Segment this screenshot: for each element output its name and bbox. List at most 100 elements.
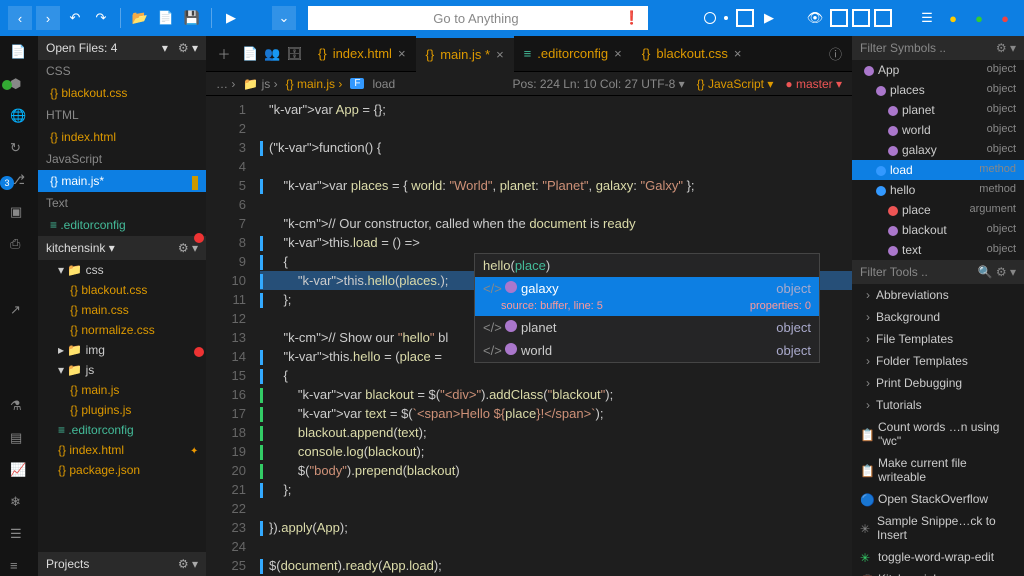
bc-folder[interactable]: 📁 js › xyxy=(243,77,277,91)
tree-file[interactable]: {} index.html xyxy=(38,440,206,460)
symbol-item[interactable]: loadmethod xyxy=(852,160,1024,180)
gear-icon[interactable]: ⚙ ▾ xyxy=(178,241,198,255)
tree-file[interactable]: {} plugins.js xyxy=(38,400,206,420)
branches-icon[interactable]: ⎇ xyxy=(10,172,28,190)
close-tab-icon[interactable]: × xyxy=(614,46,622,61)
redo-icon[interactable]: ↷ xyxy=(90,7,112,29)
list-icon[interactable]: ☰ xyxy=(10,526,28,544)
gear-icon[interactable]: ⚙ xyxy=(178,41,189,55)
tool-command[interactable]: ✳toggle-word-wrap-edit xyxy=(852,546,1024,568)
db-icon[interactable]: 🗄 xyxy=(286,46,308,62)
snow-icon[interactable]: ❄ xyxy=(10,494,28,512)
nav-back-button[interactable]: ‹ xyxy=(8,6,32,30)
symbols-filter[interactable]: Filter Symbols .. ⚙ ▾ xyxy=(852,36,1024,60)
maximize-icon[interactable]: ● xyxy=(968,7,990,29)
file-icon[interactable]: 📄 xyxy=(10,44,28,62)
chart-icon[interactable]: 📈 xyxy=(10,462,28,480)
tab-index-html[interactable]: {} index.html × xyxy=(308,36,416,72)
record-icon[interactable] xyxy=(704,12,716,24)
tab-main-js-[interactable]: {} main.js * × xyxy=(416,36,514,72)
info-icon[interactable]: ⓘ xyxy=(829,44,852,63)
gear-icon[interactable]: ⚙ ▾ xyxy=(178,557,198,571)
tool-category[interactable]: Folder Templates xyxy=(852,350,1024,372)
close-tab-icon[interactable]: × xyxy=(398,46,406,61)
new-tab-button[interactable]: ＋ xyxy=(214,44,234,63)
open-file-item[interactable]: {} index.html xyxy=(38,126,206,148)
tool-command[interactable]: 📋Count words …n using "wc" xyxy=(852,416,1024,452)
globe-icon[interactable]: 🌐 xyxy=(10,108,28,126)
dot-icon[interactable] xyxy=(724,16,728,20)
project-header[interactable]: kitchensink ▾ ⚙ ▾ xyxy=(38,236,206,260)
doc-icon[interactable]: 📄 xyxy=(242,46,264,62)
open-file-item[interactable]: {} blackout.css xyxy=(38,82,206,104)
flask-icon[interactable]: ⚗ xyxy=(10,398,28,416)
nav-fwd-button[interactable]: › xyxy=(36,6,60,30)
tree-file[interactable]: {} main.css xyxy=(38,300,206,320)
symbol-item[interactable]: placeargument xyxy=(852,200,1024,220)
play-icon[interactable]: ▶ xyxy=(220,7,242,29)
new-icon[interactable]: 📄 xyxy=(155,7,177,29)
users-icon[interactable]: 👥 xyxy=(264,46,286,62)
tool-category[interactable]: Abbreviations xyxy=(852,284,1024,306)
stop-icon[interactable] xyxy=(736,9,754,27)
tree-file[interactable]: {} main.js xyxy=(38,380,206,400)
layout2-icon[interactable] xyxy=(852,9,870,27)
tool-category[interactable]: Tutorials xyxy=(852,394,1024,416)
tree-file[interactable]: {} normalize.css xyxy=(38,320,206,340)
close-tab-icon[interactable]: × xyxy=(734,46,742,61)
debug-icon[interactable]: ▣ xyxy=(10,204,28,222)
bc-root[interactable]: … › xyxy=(216,77,235,91)
language-selector[interactable]: {} JavaScript ▾ xyxy=(697,77,774,91)
tool-command[interactable]: 📋Make current file writeable xyxy=(852,452,1024,488)
branch-selector[interactable]: ● master ▾ xyxy=(785,77,842,91)
refresh-icon[interactable]: ↻ xyxy=(10,140,28,158)
tree-folder[interactable]: ▾ 📁 js xyxy=(38,360,206,380)
symbol-item[interactable]: textobject xyxy=(852,240,1024,260)
play2-icon[interactable]: ▶ xyxy=(758,7,780,29)
tree-file[interactable]: {} blackout.css xyxy=(38,280,206,300)
projects-header[interactable]: Projects ⚙ ▾ xyxy=(38,552,206,576)
symbol-item[interactable]: planetobject xyxy=(852,100,1024,120)
tool-command[interactable]: 🧰Kitchensink xyxy=(852,568,1024,576)
terminal-icon[interactable]: ⎙ xyxy=(10,236,28,254)
close-tab-icon[interactable]: × xyxy=(496,47,504,62)
symbol-item[interactable]: placesobject xyxy=(852,80,1024,100)
layout3-icon[interactable] xyxy=(874,9,892,27)
tool-command[interactable]: ✳Sample Snippe…ck to Insert xyxy=(852,510,1024,546)
go-to-anything[interactable]: Go to Anything ❗ xyxy=(308,6,648,30)
autocomplete-item[interactable]: </> galaxyobject xyxy=(475,277,819,300)
bc-file[interactable]: {} main.js › xyxy=(286,77,343,91)
tool-command[interactable]: 🔵Open StackOverflow xyxy=(852,488,1024,510)
dropdown-icon[interactable]: ⌄ xyxy=(272,6,296,30)
minimize-icon[interactable]: ● xyxy=(942,7,964,29)
console-icon[interactable]: ▤ xyxy=(10,430,28,448)
symbol-item[interactable]: hellomethod xyxy=(852,180,1024,200)
open-file-item[interactable]: {} main.js* xyxy=(38,170,206,192)
bc-symbol[interactable]: load xyxy=(372,77,395,91)
tree-file[interactable]: ≡ .editorconfig xyxy=(38,420,206,440)
open-icon[interactable]: 📂 xyxy=(129,7,151,29)
tab-blackout-css[interactable]: {} blackout.css × xyxy=(632,36,752,72)
tool-category[interactable]: File Templates xyxy=(852,328,1024,350)
tool-category[interactable]: Print Debugging xyxy=(852,372,1024,394)
autocomplete-item[interactable]: </> worldobject xyxy=(475,339,819,362)
tool-category[interactable]: Background xyxy=(852,306,1024,328)
book-icon[interactable]: ≡ xyxy=(10,558,28,576)
symbol-item[interactable]: worldobject xyxy=(852,120,1024,140)
tab--editorconfig[interactable]: ≡ .editorconfig × xyxy=(514,36,632,72)
undo-icon[interactable]: ↶ xyxy=(64,7,86,29)
open-file-item[interactable]: ≡ .editorconfig xyxy=(38,214,206,236)
autocomplete-item[interactable]: </> planetobject xyxy=(475,316,819,339)
code-editor[interactable]: 123456789101112131415161718✦192021222324… xyxy=(206,96,852,576)
symbol-item[interactable]: Appobject xyxy=(852,60,1024,80)
tree-folder[interactable]: ▸ 📁 img xyxy=(38,340,206,360)
vcs-icon[interactable]: ⬢ xyxy=(10,76,28,94)
tree-file[interactable]: {} package.json xyxy=(38,460,206,480)
symbol-item[interactable]: blackoutobject xyxy=(852,220,1024,240)
symbol-item[interactable]: galaxyobject xyxy=(852,140,1024,160)
tools-filter[interactable]: Filter Tools .. 🔍 ⚙ ▾ xyxy=(852,260,1024,284)
menu-icon[interactable]: ☰ xyxy=(916,7,938,29)
open-files-header[interactable]: Open Files: 4 ▾ ⚙ ▾ xyxy=(38,36,206,60)
tree-folder[interactable]: ▾ 📁 css xyxy=(38,260,206,280)
layout1-icon[interactable] xyxy=(830,9,848,27)
